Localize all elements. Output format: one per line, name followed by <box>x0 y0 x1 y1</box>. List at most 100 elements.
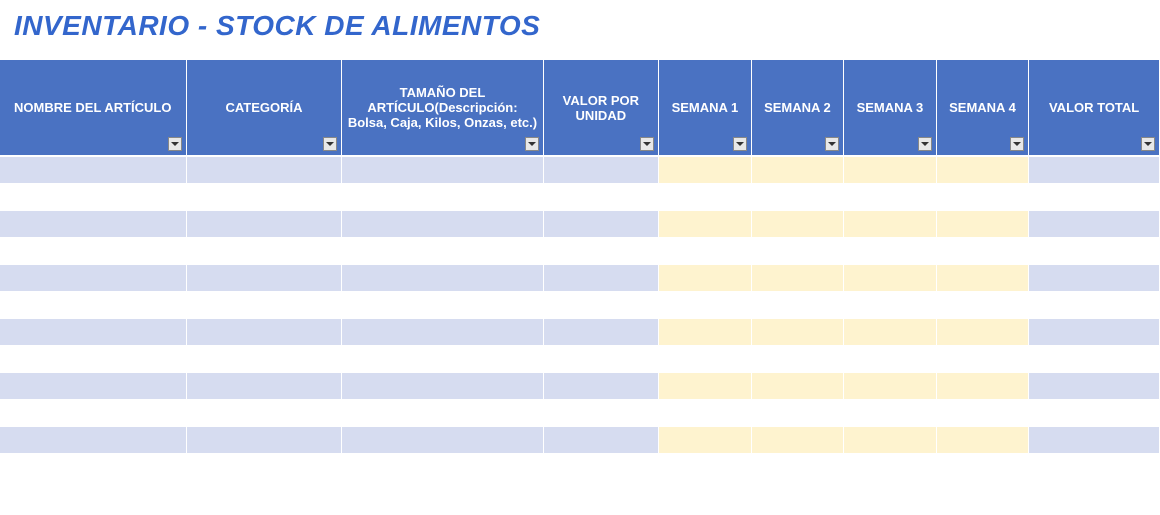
cell-semana4[interactable] <box>936 291 1029 318</box>
cell-categoria[interactable] <box>186 237 342 264</box>
cell-tamano[interactable] <box>342 291 543 318</box>
cell-categoria[interactable] <box>186 210 342 237</box>
cell-semana1[interactable] <box>659 453 752 480</box>
cell-valor_unidad[interactable] <box>543 372 659 399</box>
cell-semana3[interactable] <box>844 372 937 399</box>
cell-valor_total[interactable] <box>1029 345 1160 372</box>
cell-valor_unidad[interactable] <box>543 291 659 318</box>
cell-semana2[interactable] <box>751 453 844 480</box>
cell-semana1[interactable] <box>659 345 752 372</box>
cell-valor_total[interactable] <box>1029 156 1160 183</box>
cell-nombre[interactable] <box>0 318 186 345</box>
cell-categoria[interactable] <box>186 318 342 345</box>
cell-nombre[interactable] <box>0 372 186 399</box>
cell-semana2[interactable] <box>751 183 844 210</box>
cell-semana4[interactable] <box>936 426 1029 453</box>
cell-semana4[interactable] <box>936 237 1029 264</box>
cell-semana3[interactable] <box>844 318 937 345</box>
cell-nombre[interactable] <box>0 264 186 291</box>
cell-semana1[interactable] <box>659 291 752 318</box>
cell-valor_total[interactable] <box>1029 210 1160 237</box>
cell-valor_unidad[interactable] <box>543 264 659 291</box>
cell-semana3[interactable] <box>844 291 937 318</box>
filter-dropdown-icon[interactable] <box>733 137 747 151</box>
cell-semana1[interactable] <box>659 156 752 183</box>
filter-dropdown-icon[interactable] <box>525 137 539 151</box>
cell-valor_total[interactable] <box>1029 453 1160 480</box>
cell-valor_unidad[interactable] <box>543 210 659 237</box>
cell-semana1[interactable] <box>659 372 752 399</box>
cell-valor_total[interactable] <box>1029 318 1160 345</box>
cell-semana2[interactable] <box>751 426 844 453</box>
cell-semana4[interactable] <box>936 372 1029 399</box>
cell-semana2[interactable] <box>751 264 844 291</box>
cell-nombre[interactable] <box>0 237 186 264</box>
cell-semana3[interactable] <box>844 345 937 372</box>
cell-semana3[interactable] <box>844 183 937 210</box>
cell-valor_unidad[interactable] <box>543 399 659 426</box>
filter-dropdown-icon[interactable] <box>918 137 932 151</box>
cell-semana2[interactable] <box>751 372 844 399</box>
cell-tamano[interactable] <box>342 372 543 399</box>
filter-dropdown-icon[interactable] <box>825 137 839 151</box>
cell-valor_unidad[interactable] <box>543 318 659 345</box>
cell-valor_total[interactable] <box>1029 237 1160 264</box>
cell-semana3[interactable] <box>844 156 937 183</box>
cell-valor_total[interactable] <box>1029 399 1160 426</box>
header-valor-unidad[interactable]: VALOR POR UNIDAD <box>543 60 659 156</box>
cell-semana1[interactable] <box>659 237 752 264</box>
cell-semana4[interactable] <box>936 264 1029 291</box>
filter-dropdown-icon[interactable] <box>640 137 654 151</box>
cell-categoria[interactable] <box>186 156 342 183</box>
filter-dropdown-icon[interactable] <box>1010 137 1024 151</box>
cell-semana2[interactable] <box>751 345 844 372</box>
cell-semana2[interactable] <box>751 237 844 264</box>
cell-semana4[interactable] <box>936 183 1029 210</box>
cell-valor_total[interactable] <box>1029 183 1160 210</box>
cell-semana2[interactable] <box>751 318 844 345</box>
cell-tamano[interactable] <box>342 156 543 183</box>
cell-tamano[interactable] <box>342 183 543 210</box>
filter-dropdown-icon[interactable] <box>1141 137 1155 151</box>
header-nombre[interactable]: NOMBRE DEL ARTÍCULO <box>0 60 186 156</box>
cell-valor_total[interactable] <box>1029 291 1160 318</box>
cell-semana3[interactable] <box>844 237 937 264</box>
cell-valor_total[interactable] <box>1029 264 1160 291</box>
cell-semana3[interactable] <box>844 264 937 291</box>
cell-semana1[interactable] <box>659 183 752 210</box>
filter-dropdown-icon[interactable] <box>168 137 182 151</box>
cell-tamano[interactable] <box>342 426 543 453</box>
header-valor-total[interactable]: VALOR TOTAL <box>1029 60 1160 156</box>
cell-valor_total[interactable] <box>1029 372 1160 399</box>
cell-categoria[interactable] <box>186 264 342 291</box>
cell-valor_unidad[interactable] <box>543 156 659 183</box>
cell-tamano[interactable] <box>342 210 543 237</box>
cell-nombre[interactable] <box>0 291 186 318</box>
cell-semana2[interactable] <box>751 210 844 237</box>
cell-semana3[interactable] <box>844 210 937 237</box>
cell-valor_unidad[interactable] <box>543 453 659 480</box>
cell-semana1[interactable] <box>659 264 752 291</box>
filter-dropdown-icon[interactable] <box>323 137 337 151</box>
cell-valor_unidad[interactable] <box>543 237 659 264</box>
cell-semana1[interactable] <box>659 318 752 345</box>
cell-semana2[interactable] <box>751 291 844 318</box>
cell-tamano[interactable] <box>342 318 543 345</box>
cell-categoria[interactable] <box>186 453 342 480</box>
cell-nombre[interactable] <box>0 453 186 480</box>
cell-semana2[interactable] <box>751 399 844 426</box>
header-semana3[interactable]: SEMANA 3 <box>844 60 937 156</box>
cell-semana4[interactable] <box>936 210 1029 237</box>
header-tamano[interactable]: TAMAÑO DEL ARTÍCULO(Descripción: Bolsa, … <box>342 60 543 156</box>
cell-semana4[interactable] <box>936 399 1029 426</box>
cell-tamano[interactable] <box>342 345 543 372</box>
cell-semana1[interactable] <box>659 210 752 237</box>
cell-semana4[interactable] <box>936 156 1029 183</box>
cell-semana4[interactable] <box>936 453 1029 480</box>
cell-nombre[interactable] <box>0 156 186 183</box>
cell-semana3[interactable] <box>844 399 937 426</box>
cell-nombre[interactable] <box>0 345 186 372</box>
cell-semana3[interactable] <box>844 426 937 453</box>
cell-tamano[interactable] <box>342 453 543 480</box>
cell-categoria[interactable] <box>186 426 342 453</box>
